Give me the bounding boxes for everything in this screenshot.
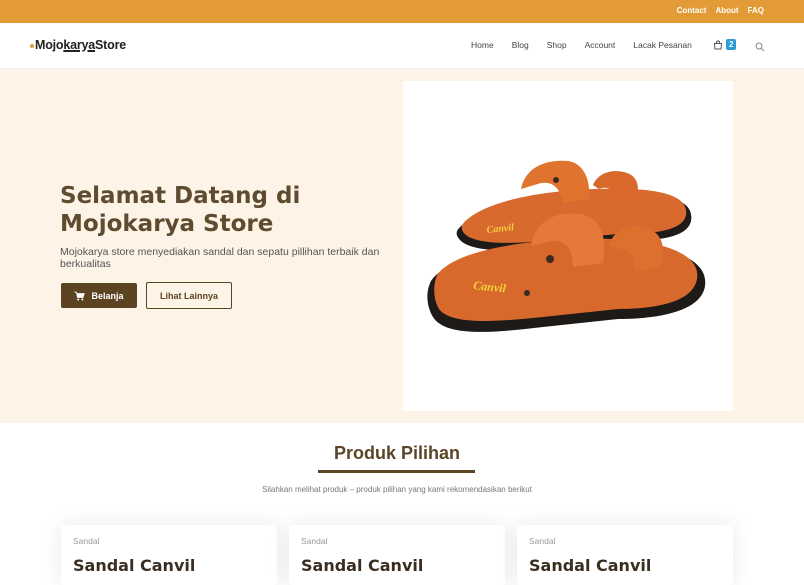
sandal-image: Canvil Canvil: [427, 160, 706, 332]
hero-product-image: Canvil Canvil: [403, 81, 733, 411]
product-card[interactable]: Sandal Sandal Canvil: [61, 525, 277, 585]
nav-lacak-pesanan[interactable]: Lacak Pesanan: [633, 40, 692, 50]
product-category: Sandal: [301, 536, 328, 546]
about-link[interactable]: About: [715, 6, 738, 15]
cart-icon: [74, 291, 86, 300]
nav-blog[interactable]: Blog: [512, 40, 529, 50]
product-card[interactable]: Sandal Sandal Canvil: [289, 525, 505, 585]
search-icon: [755, 42, 765, 52]
featured-products-section: Produk Pilihan Silahkan melihat produk –…: [0, 423, 804, 585]
site-logo[interactable]: MojokaryaStore: [30, 38, 126, 52]
hero-section: Selamat Datang di Mojokarya Store Mojoka…: [0, 69, 804, 423]
hero-subtitle: Mojokarya store menyediakan sandal dan s…: [60, 246, 380, 270]
featured-title: Produk Pilihan: [333, 443, 461, 463]
cart-button[interactable]: 2: [713, 39, 737, 50]
logo-dot-icon: [30, 43, 34, 48]
contact-link[interactable]: Contact: [677, 6, 707, 15]
shop-button-label: Belanja: [91, 290, 124, 301]
hero-title: Selamat Datang di Mojokarya Store: [60, 183, 301, 237]
top-links: Contact About FAQ: [677, 6, 764, 15]
main-navbar: MojokaryaStore Home Blog Shop Account La…: [0, 23, 804, 69]
nav-shop[interactable]: Shop: [547, 40, 567, 50]
logo-text-underline: karya: [63, 38, 96, 52]
logo-text-post: Store: [95, 38, 126, 52]
logo-text-pre: Mojo: [35, 38, 64, 52]
nav-account[interactable]: Account: [585, 40, 616, 50]
product-category: Sandal: [529, 536, 556, 546]
shopping-bag-icon: [713, 40, 723, 49]
search-button[interactable]: [755, 39, 765, 57]
shop-button[interactable]: Belanja: [61, 283, 137, 308]
faq-link[interactable]: FAQ: [748, 6, 764, 15]
main-nav: Home Blog Shop Account Lacak Pesanan: [471, 40, 710, 50]
product-card[interactable]: Sandal Sandal Canvil: [517, 525, 733, 585]
product-category: Sandal: [73, 536, 100, 546]
cart-count-badge: 2: [726, 39, 737, 50]
see-more-button[interactable]: Lihat Lainnya: [146, 282, 232, 309]
featured-subtitle: Silahkan melihat produk – produk pilihan…: [262, 485, 532, 494]
title-underline: [318, 470, 475, 473]
top-bar: Contact About FAQ: [0, 0, 804, 23]
nav-home[interactable]: Home: [471, 40, 494, 50]
